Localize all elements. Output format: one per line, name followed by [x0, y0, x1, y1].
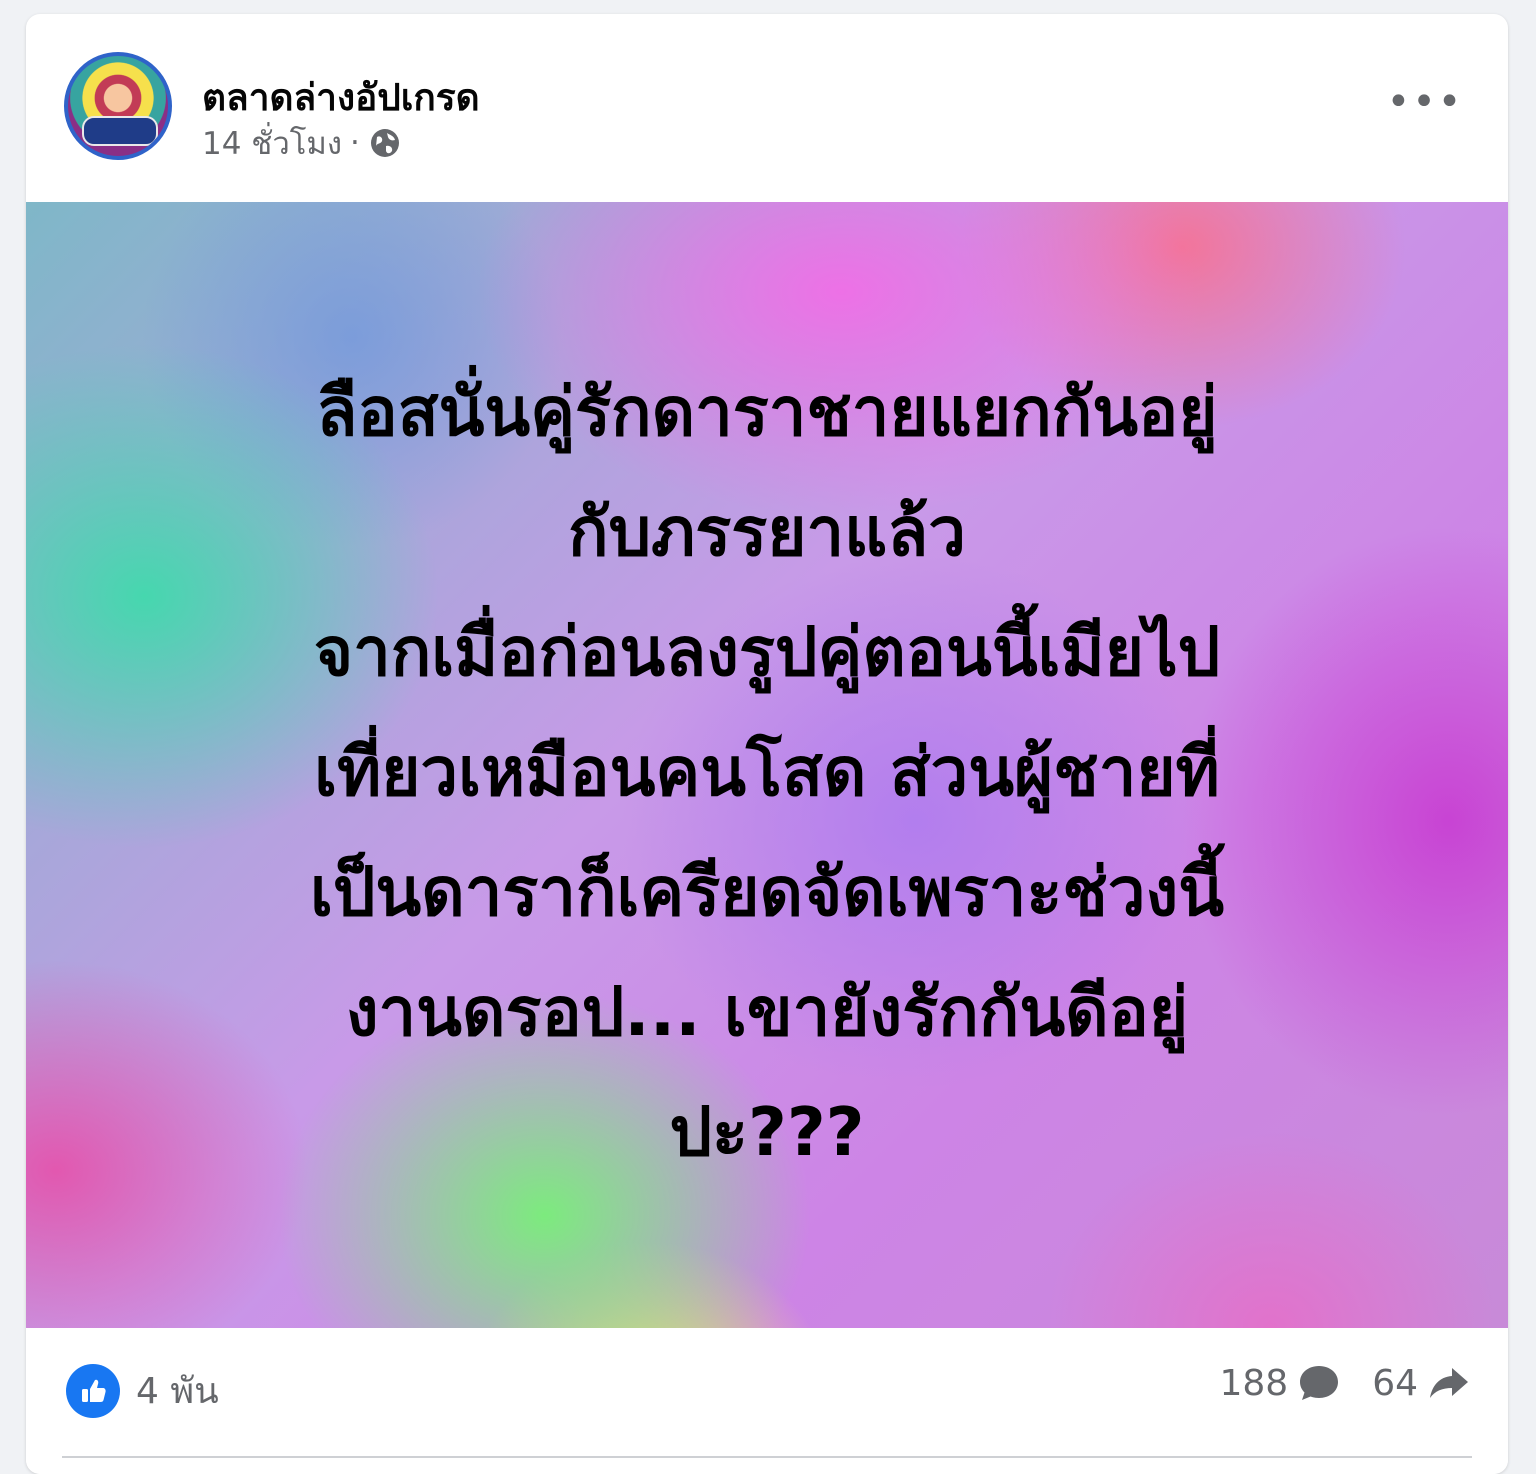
post-header: ตลาดล่างอัปเกรด 14 ชั่วโมง · •••	[26, 14, 1508, 202]
share-stat[interactable]: 64	[1372, 1362, 1472, 1404]
share-count: 64	[1372, 1362, 1418, 1404]
comment-icon	[1300, 1366, 1339, 1400]
more-options-button[interactable]: •••	[1387, 76, 1462, 128]
reactions-summary[interactable]: 4 พัน	[66, 1362, 219, 1419]
engagement-stats: 188 64	[1219, 1362, 1472, 1404]
post-text-line: ลือสนั่นคู่รักดาราชายแยกกันอยู่	[316, 373, 1218, 451]
post-background: ลือสนั่นคู่รักดาราชายแยกกันอยู่ กับภรรยา…	[26, 202, 1508, 1328]
like-icon	[66, 1363, 120, 1418]
avatar-logo-badge	[82, 116, 158, 146]
globe-icon[interactable]	[368, 126, 402, 160]
post-timestamp[interactable]: 14 ชั่วโมง	[202, 118, 342, 168]
post-text-line: เที่ยวเหมือนคนโสด ส่วนผู้ชายที่	[314, 733, 1220, 811]
post-text-line: จากเมื่อก่อนลงรูปคู่ตอนนี้เมียไป	[313, 613, 1221, 691]
post-text-line: กับภรรยาแล้ว	[568, 493, 966, 571]
post-text-line: งานดรอป... เขายังรักกันดีอยู่	[345, 973, 1189, 1051]
post-card: ตลาดล่างอัปเกรด 14 ชั่วโมง · ••• ลือสนั่…	[26, 14, 1508, 1474]
share-icon	[1430, 1368, 1468, 1398]
post-text-line: ปะ???	[669, 1093, 865, 1171]
comment-stat[interactable]: 188	[1219, 1362, 1342, 1404]
comment-count: 188	[1219, 1362, 1289, 1404]
reaction-count[interactable]: 4 พัน	[136, 1362, 219, 1419]
post-footer: 4 พัน 188 64	[26, 1328, 1508, 1474]
post-meta: 14 ชั่วโมง ·	[202, 118, 402, 168]
post-text: ลือสนั่นคู่รักดาราชายแยกกันอยู่ กับภรรยา…	[116, 352, 1418, 1192]
meta-separator: ·	[349, 125, 360, 161]
footer-divider	[62, 1456, 1472, 1458]
page-avatar[interactable]	[64, 52, 172, 160]
post-text-line: เป็นดาราก็เครียดจัดเพราะช่วงนี้	[309, 853, 1225, 931]
